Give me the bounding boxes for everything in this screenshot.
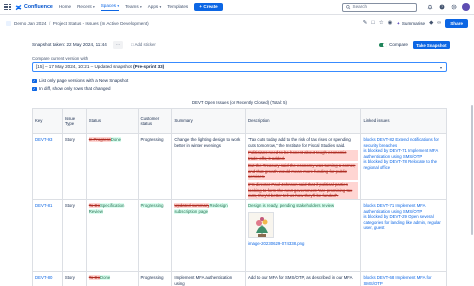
toggle-switch[interactable] [379,42,388,48]
linked-issues-cell: blocks DEVT-68 Implement MFA for SMS/OTP [361,272,446,286]
customer-status: Progressing [140,203,164,208]
flower-illustration-icon [249,212,274,237]
create-button[interactable]: + Create [194,2,223,12]
snapshot-taken-text: Snapshot taken: 22 May 2024, 11:44 [32,42,107,48]
col-header: Summary [172,109,247,133]
description-cell: Add to our MFA for SMS/OTP, as described… [246,272,362,286]
take-snapshot-button[interactable]: Take Snapshot [412,41,450,50]
description-cell: Design is ready, pending stakeholders re… [246,200,362,271]
copy-link-icon[interactable]: ∞ [437,20,441,27]
notifications-icon[interactable] [426,3,434,11]
breadcrumb-page[interactable]: Project Status - Issues (In Active Devel… [53,21,149,27]
issue-key-link[interactable]: DEVT-80 [35,275,52,280]
star-icon[interactable]: ☆ [379,20,384,27]
compare-version-select[interactable]: [15] – 17 May 2024, 10:21 – Updated snap… [32,62,447,72]
issue-type: Story [63,272,87,286]
app-switcher-icon[interactable] [4,3,11,11]
linked-issue-link[interactable]: is blocked by DEVT-71 Implement MFA auth… [363,148,444,159]
svg-text:?: ? [441,5,443,9]
watch-eye-icon[interactable]: ◉ [388,20,393,27]
breadcrumb-separator: / [48,20,51,26]
space-icon [6,21,11,26]
chevron-down-icon: ▾ [139,4,142,9]
issue-type: Story [63,134,87,199]
settings-gear-icon[interactable] [450,3,458,11]
linked-issue-link[interactable]: is blocked by DEVT-78 Relocate to the re… [363,159,444,170]
restrictions-icon[interactable]: ◆ [429,20,433,27]
compare-toggle[interactable]: Compare [379,40,408,50]
chevron-down-icon: ▾ [117,3,120,8]
table-title: DEVT Open Issues (or Recently Closed) (T… [192,100,287,105]
chevron-down-icon: ▾ [439,64,442,70]
col-header: Description [246,109,362,133]
comment-icon[interactable]: □ [371,20,374,27]
confluence-logo[interactable]: Confluence [15,4,53,11]
linked-issue-link[interactable]: blocks DEVT-71 Implement MFA authenticat… [363,203,444,214]
brand-name: Confluence [24,3,53,10]
sparkle-icon: ✦ [396,20,401,26]
scrollbar[interactable] [471,105,473,235]
table-header: Key Issue Type Status Customer status Su… [32,108,447,134]
nav-spaces[interactable]: Spaces ▾ [100,3,120,11]
confluence-logo-icon [15,4,22,10]
nav-templates[interactable]: Templates [167,4,188,10]
summary-cell: Implement MFA authentication using [172,272,247,286]
nav-teams[interactable]: Teams ▾ [125,4,142,10]
option-diff-rows[interactable]: ✓ In diff, show only rows that changed [32,86,110,92]
issue-key-link[interactable]: DEVT-81 [35,203,52,208]
summary-cell: Change the lighting design to work bette… [172,134,247,199]
customer-status: Progressing [139,134,173,199]
nav-recent[interactable]: Recent ▾ [77,4,95,10]
linked-issue-link[interactable]: blocks DEVT-82 Extend notifications for … [363,137,444,148]
checkbox-checked-icon[interactable]: ✓ [32,78,37,84]
col-header: Linked issues [363,118,390,124]
plus-icon: + [199,4,202,10]
status-cell: In ProgressDone [87,134,139,199]
edit-pencil-icon[interactable]: ✎ [363,20,368,27]
linked-issue-link[interactable]: is blocked by DEVT-29 Open several categ… [363,214,444,231]
attached-image-thumbnail[interactable] [248,211,275,238]
compare-with-label: Compare current version with [32,56,89,61]
status-cell: To DoDone [87,272,139,286]
breadcrumb-space[interactable]: Demo Jan 2024 [14,21,46,27]
table-body: DEVT-93 Story In ProgressDone Progressin… [32,134,447,286]
user-avatar[interactable] [462,3,470,11]
checkbox-checked-icon[interactable]: ✓ [32,86,37,92]
chevron-down-icon: ▾ [159,4,162,9]
linked-issues-cell: blocks DEVT-82 Extend notifications for … [361,134,446,199]
share-button[interactable]: Share [445,18,468,29]
option-only-changed[interactable]: ✓ List only page versions with a New Sna… [32,78,128,84]
table-row: DEVT-80 Story To DoDone Progressing Impl… [32,272,447,286]
customer-status: Progressing [139,272,173,286]
summary-cell: Updated summaryRedesign subscription pag… [172,200,247,271]
col-header: Customer status [139,109,173,133]
table-row: DEVT-81 Story To DoSpecification Review … [32,200,447,272]
top-navigation: Confluence Home Recent ▾ Spaces ▾ Teams ▾ A… [0,0,474,15]
status-cell: To DoSpecification Review [87,200,139,271]
col-header: Issue Type [63,109,87,133]
col-header: Key [33,109,63,133]
summarise-button[interactable]: ✦ Summarise [396,21,425,27]
snapshot-toolbar: Snapshot taken: 22 May 2024, 11:44 ⋯ □ A… [32,40,450,50]
table-row: DEVT-93 Story In ProgressDone Progressin… [32,134,447,200]
search-input[interactable]: Search [342,3,417,12]
col-header: Status [87,109,139,133]
linked-issues-cell: blocks DEVT-71 Implement MFA authenticat… [361,200,446,271]
image-caption-link[interactable]: image-20230629-074338.png [248,241,358,247]
issue-key-link[interactable]: DEVT-93 [35,137,52,142]
description-cell: "Tax cuts today add to the risk of tax r… [246,134,362,199]
chevron-down-icon: ▾ [92,4,95,9]
nav-home[interactable]: Home [59,4,71,10]
help-icon[interactable]: ? [438,3,446,11]
issue-type: Story [63,200,87,271]
search-icon [346,5,351,10]
nav-apps[interactable]: Apps ▾ [148,4,162,10]
add-sticker-button[interactable]: □ Add sticker [131,42,156,47]
snapshot-options-button[interactable]: ⋯ [112,41,124,49]
breadcrumb: Demo Jan 2024 / Project Status - Issues … [0,18,474,29]
linked-issue-link[interactable]: blocks DEVT-68 Implement MFA for SMS/OTP [363,275,444,286]
